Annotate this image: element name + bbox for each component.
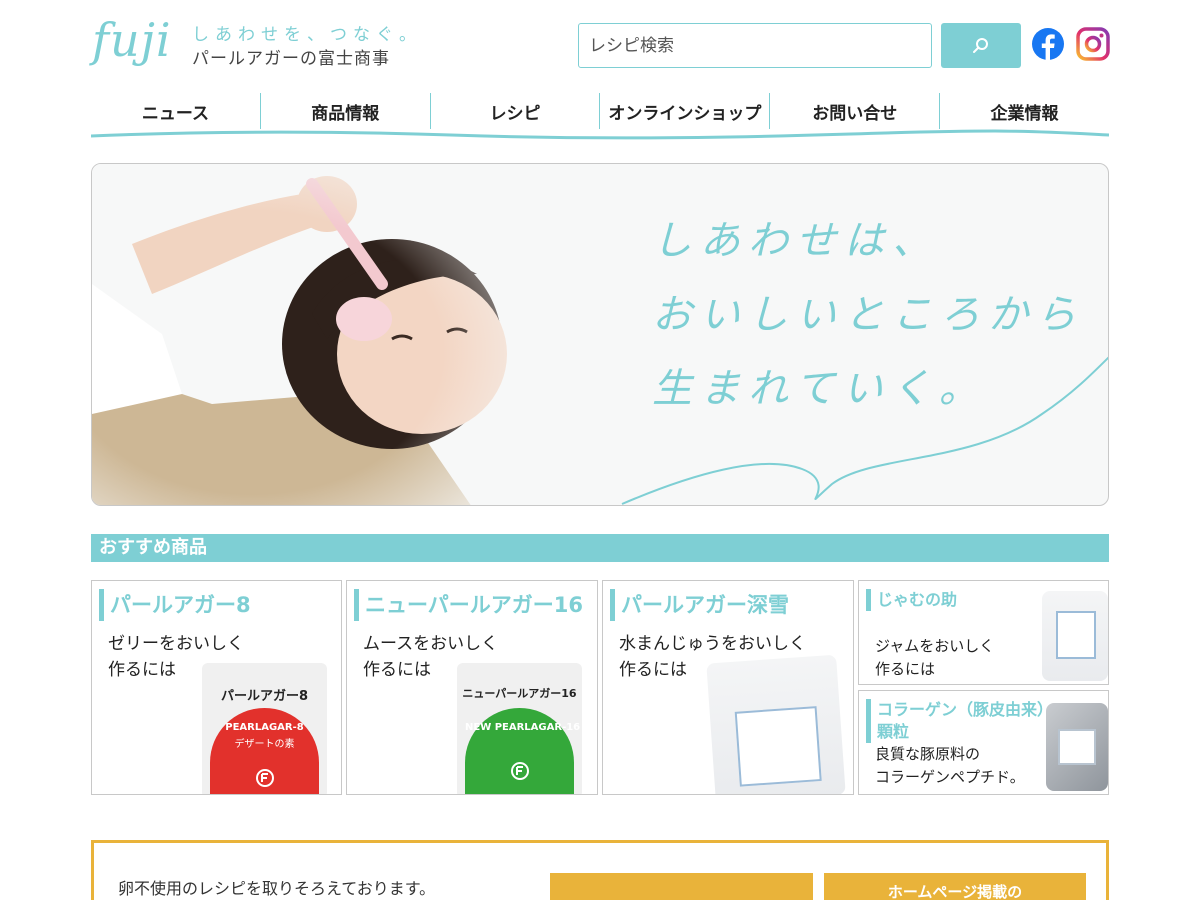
product-desc-line: コラーゲンペプチド。	[875, 768, 1025, 786]
search-icon	[973, 37, 988, 53]
package-brand: NEW PEARLAGAR-16	[465, 722, 581, 733]
nav-item-company[interactable]: 企業情報	[940, 93, 1109, 129]
package-brand: PEARLAGAR-8	[225, 722, 304, 733]
site-logo[interactable]: fuji しあわせを、つなぐ。 パールアガーの富士商事	[92, 10, 416, 82]
package-label: ニューパールアガー16	[462, 687, 577, 700]
nav-item-online-shop[interactable]: オンラインショップ	[600, 93, 771, 129]
product-card-new-pearlagar-16[interactable]: ニューパールアガー16 ムースをおいしく 作るには ニューパールアガー16 NE…	[346, 580, 598, 795]
nav-item-products[interactable]: 商品情報	[261, 93, 431, 129]
package-red-panel: PEARLAGAR-8 デザートの素	[210, 708, 319, 794]
bag-label	[734, 706, 822, 787]
hero-wave-line	[621, 356, 1108, 505]
product-desc-line: ゼリーをおいしく	[108, 634, 244, 654]
facebook-icon[interactable]	[1031, 27, 1065, 61]
product-card-collagen[interactable]: コラーゲン（豚皮由来） 顆粒 良質な豚原料の コラーゲンペプチド。	[858, 690, 1109, 795]
brand-logo-icon	[510, 762, 529, 780]
product-desc-line: 水まんじゅうをおいしく	[619, 634, 806, 654]
instagram-icon[interactable]	[1076, 27, 1110, 61]
product-card-pearlagar-miyuki[interactable]: パールアガー深雪 水まんじゅうをおいしく 作るには	[602, 580, 854, 795]
search-button[interactable]	[941, 23, 1021, 68]
hero-banner[interactable]: しあわせは、 おいしいところから 生まれていく。	[91, 163, 1109, 506]
tagline: しあわせを、つなぐ。	[192, 25, 422, 45]
product-desc-line: ジャムをおいしく	[875, 637, 995, 655]
banner-text: 卵不使用のレシピを取りそろえております。	[118, 879, 436, 898]
package-sub: デザートの素	[234, 739, 295, 750]
company-name: パールアガーの富士商事	[192, 49, 390, 69]
product-title-line: 顆粒	[877, 722, 910, 741]
logo-mark: fuji	[92, 13, 172, 67]
product-desc-line: 良質な豚原料の	[875, 745, 981, 763]
banner-button-1[interactable]	[550, 873, 813, 900]
product-title: パールアガー深雪	[610, 589, 789, 621]
product-card-jamunosuke[interactable]: じゃむの助 ジャムをおいしく 作るには	[858, 580, 1109, 685]
egg-free-recipes-banner: 卵不使用のレシピを取りそろえております。 ホームページ掲載の	[91, 840, 1109, 900]
hero-copy-line: おいしいところから	[652, 292, 1084, 338]
product-title: コラーゲン（豚皮由来） 顆粒	[866, 699, 1053, 743]
nav-item-recipes[interactable]: レシピ	[431, 93, 601, 129]
product-package-image: パールアガー8 PEARLAGAR-8 デザートの素	[202, 663, 327, 794]
recommended-heading: おすすめ商品	[91, 534, 1109, 562]
recipe-search-input[interactable]	[578, 23, 932, 68]
brand-logo-icon	[255, 769, 274, 787]
product-title: ニューパールアガー16	[354, 589, 583, 621]
product-desc-line: ムースをおいしく	[363, 634, 499, 654]
hero-copy-line: しあわせは、	[652, 218, 940, 264]
package-label: パールアガー8	[220, 689, 309, 704]
main-nav: ニュース 商品情報 レシピ オンラインショップ お問い合せ 企業情報	[91, 93, 1109, 129]
hero-child-photo	[92, 164, 552, 505]
product-card-pearlagar-8[interactable]: パールアガー8 ゼリーをおいしく 作るには パールアガー8 PEARLAGAR-…	[91, 580, 342, 795]
product-title-line: コラーゲン（豚皮由来）	[877, 700, 1054, 719]
package-green-panel: NEW PEARLAGAR-16	[465, 708, 581, 794]
product-bag-image	[1042, 591, 1108, 681]
product-desc: ジャムをおいしく 作るには	[875, 635, 994, 681]
product-bag-image	[706, 654, 846, 794]
nav-item-news[interactable]: ニュース	[91, 93, 261, 129]
nav-item-contact[interactable]: お問い合せ	[770, 93, 941, 129]
nav-underline-wave	[91, 129, 1109, 140]
product-package-image: ニューパールアガー16 NEW PEARLAGAR-16	[457, 663, 582, 794]
product-foil-bag-image	[1046, 703, 1108, 791]
product-title: じゃむの助	[866, 589, 957, 611]
bag-label	[1058, 729, 1096, 765]
banner-button-2[interactable]: ホームページ掲載の	[824, 873, 1086, 900]
product-desc: 良質な豚原料の コラーゲンペプチド。	[875, 743, 1025, 789]
bag-label	[1056, 611, 1096, 659]
product-title: パールアガー8	[99, 589, 251, 621]
product-desc-line: 作るには	[875, 660, 936, 678]
